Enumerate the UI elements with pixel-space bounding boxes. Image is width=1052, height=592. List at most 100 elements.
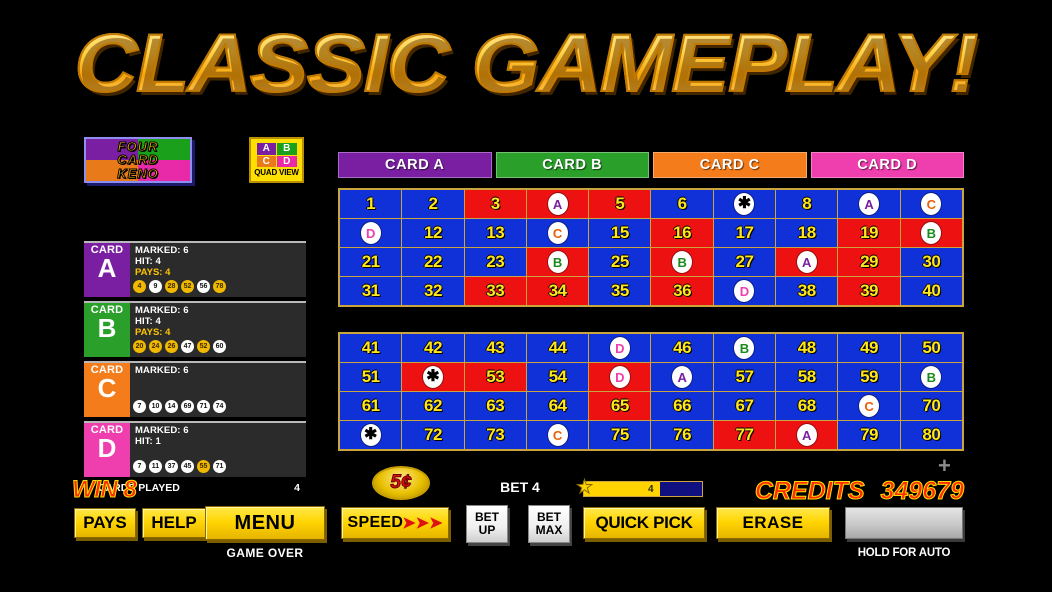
card-summary-b[interactable]: CARD B MARKED: 6 HIT: 4 PAYS: 4 20 24 26 47 52 60 [84,301,306,357]
keno-cell-37[interactable]: D [713,277,776,305]
keno-cell-63[interactable]: 63 [464,392,526,420]
keno-cell-44[interactable]: 44 [526,334,589,362]
keno-cell-69[interactable]: C [838,392,900,420]
keno-cell-60[interactable]: B [900,363,962,391]
denomination-coin[interactable]: 5¢ [372,466,430,500]
bet-meter[interactable]: 4 [583,481,703,497]
keno-cell-2[interactable]: 2 [402,190,464,218]
keno-cell-24[interactable]: B [526,248,589,276]
keno-cell-64[interactable]: 64 [526,392,589,420]
keno-cell-38[interactable]: 38 [776,277,838,305]
keno-cell-67[interactable]: 67 [713,392,776,420]
keno-cell-31[interactable]: 31 [340,277,402,305]
keno-cell-39[interactable]: 39 [838,277,900,305]
keno-cell-1[interactable]: 1 [340,190,402,218]
keno-cell-33[interactable]: 33 [464,277,526,305]
tab-card-a[interactable]: CARD A [338,152,492,178]
auto-play-button[interactable] [845,507,963,539]
quick-pick-button[interactable]: QUICK PICK [583,507,705,539]
keno-cell-51[interactable]: 51 [340,363,402,391]
keno-cell-18[interactable]: 18 [776,219,838,247]
bet-max-button[interactable]: BET MAX [528,505,570,543]
keno-cell-73[interactable]: 73 [464,421,526,449]
keno-cell-74[interactable]: C [526,421,589,449]
keno-cell-48[interactable]: 48 [776,334,838,362]
keno-cell-8[interactable]: 8 [776,190,838,218]
keno-cell-40[interactable]: 40 [900,277,962,305]
keno-cell-72[interactable]: 72 [402,421,464,449]
card-summary-a[interactable]: CARD A MARKED: 6 HIT: 4 PAYS: 4 4 9 28 52 56 78 [84,241,306,297]
keno-cell-34[interactable]: 34 [526,277,589,305]
keno-cell-57[interactable]: 57 [713,363,776,391]
keno-cell-71[interactable]: ✱ [340,421,402,449]
tab-card-c[interactable]: CARD C [653,152,807,178]
keno-cell-50[interactable]: 50 [900,334,962,362]
keno-cell-68[interactable]: 68 [776,392,838,420]
pays-button[interactable]: PAYS [74,508,136,538]
keno-cell-65[interactable]: 65 [589,392,651,420]
keno-cell-26[interactable]: B [651,248,713,276]
card-summary-c[interactable]: CARD C MARKED: 6 7 10 14 69 71 74 [84,361,306,417]
keno-cell-17[interactable]: 17 [713,219,776,247]
keno-cell-36[interactable]: 36 [651,277,713,305]
keno-cell-30[interactable]: 30 [900,248,962,276]
keno-cell-54[interactable]: 54 [526,363,589,391]
keno-cell-23[interactable]: 23 [464,248,526,276]
keno-cell-75[interactable]: 75 [589,421,651,449]
speed-button[interactable]: SPEED ➤➤➤ [341,507,449,539]
keno-cell-70[interactable]: 70 [900,392,962,420]
keno-cell-13[interactable]: 13 [464,219,526,247]
keno-cell-59[interactable]: 59 [838,363,900,391]
keno-cell-66[interactable]: 66 [651,392,713,420]
keno-cell-21[interactable]: 21 [340,248,402,276]
keno-cell-12[interactable]: 12 [402,219,464,247]
keno-cell-61[interactable]: 61 [340,392,402,420]
card-summary-d[interactable]: CARD D MARKED: 6 HIT: 1 7 11 37 45 55 71 [84,421,306,477]
keno-cell-62[interactable]: 62 [402,392,464,420]
keno-cell-58[interactable]: 58 [776,363,838,391]
keno-cell-78[interactable]: A [776,421,838,449]
keno-cell-32[interactable]: 32 [402,277,464,305]
keno-cell-14[interactable]: C [526,219,589,247]
keno-cell-53[interactable]: 53 [464,363,526,391]
keno-cell-49[interactable]: 49 [838,334,900,362]
help-button[interactable]: HELP [142,508,206,538]
erase-button[interactable]: ERASE [716,507,830,539]
keno-cell-55[interactable]: D [589,363,651,391]
keno-cell-27[interactable]: 27 [713,248,776,276]
keno-cell-15[interactable]: 15 [589,219,651,247]
keno-cell-11[interactable]: D [340,219,402,247]
keno-cell-80[interactable]: 80 [900,421,962,449]
keno-cell-45[interactable]: D [589,334,651,362]
keno-cell-41[interactable]: 41 [340,334,402,362]
keno-cell-16[interactable]: 16 [651,219,713,247]
keno-cell-42[interactable]: 42 [402,334,464,362]
quad-view-badge[interactable]: A B C D QUAD VIEW [249,137,304,183]
keno-cell-6[interactable]: 6 [651,190,713,218]
keno-cell-10[interactable]: C [900,190,962,218]
keno-cell-43[interactable]: 43 [464,334,526,362]
keno-cell-25[interactable]: 25 [589,248,651,276]
keno-cell-52[interactable]: ✱ [402,363,464,391]
keno-cell-79[interactable]: 79 [838,421,900,449]
keno-cell-20[interactable]: B [900,219,962,247]
keno-cell-22[interactable]: 22 [402,248,464,276]
keno-cell-46[interactable]: 46 [651,334,713,362]
keno-cell-7[interactable]: ✱ [713,190,776,218]
keno-cell-77[interactable]: 77 [713,421,776,449]
keno-cell-4[interactable]: A [526,190,589,218]
keno-cell-29[interactable]: 29 [838,248,900,276]
keno-cell-5[interactable]: 5 [589,190,651,218]
keno-cell-19[interactable]: 19 [838,219,900,247]
tab-card-d[interactable]: CARD D [810,152,964,178]
tab-card-b[interactable]: CARD B [495,152,649,178]
keno-cell-9[interactable]: A [838,190,900,218]
keno-cell-47[interactable]: B [713,334,776,362]
keno-cell-56[interactable]: A [651,363,713,391]
plus-icon[interactable]: + [938,455,951,477]
menu-button[interactable]: MENU [205,506,325,540]
keno-cell-35[interactable]: 35 [589,277,651,305]
keno-cell-3[interactable]: 3 [464,190,526,218]
keno-cell-28[interactable]: A [776,248,838,276]
keno-cell-76[interactable]: 76 [651,421,713,449]
